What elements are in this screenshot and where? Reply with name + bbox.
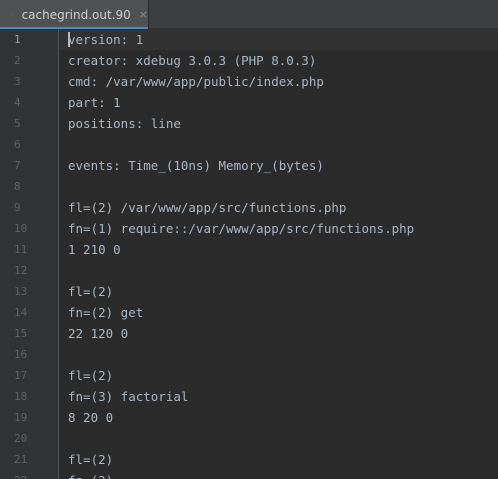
line-number: 16 [14,348,28,361]
tab-bar: cachegrind.out.90 × [0,0,498,29]
code-line: fn=(3) factorial [68,389,189,404]
code-line: fn=(1) require::/var/www/app/src/functio… [68,221,415,236]
code-line: fl=(2) [68,368,114,383]
line-number: 21 [14,453,28,466]
tab-label: cachegrind.out.90 [21,7,131,22]
line-number: 5 [14,117,21,130]
line-number: 22 [0,470,40,479]
line-number-gutter[interactable]: 12345678910111213141516171819202122 [0,29,59,479]
close-icon[interactable]: × [139,9,148,20]
text-file-icon [12,14,13,15]
code-line: 22 120 0 [68,326,129,341]
code-line: positions: line [68,116,181,131]
line-number: 4 [14,96,21,109]
tab-cachegrind-file[interactable]: cachegrind.out.90 × [0,0,149,29]
code-line: creator: xdebug 3.0.3 (PHP 8.0.3) [68,53,317,68]
code-line: fl=(2) /var/www/app/src/functions.php [68,200,347,215]
line-number: 13 [14,285,28,298]
code-line: fn=(2) get [68,305,144,320]
code-line: fl=(2) [68,284,114,299]
line-number: 9 [14,201,21,214]
line-number: 10 [14,222,28,235]
code-line: cmd: /var/www/app/public/index.php [68,74,324,89]
code-line: fl=(2) [68,452,114,467]
line-number: 18 [14,390,28,403]
line-number: 7 [14,159,21,172]
line-number: 20 [14,432,28,445]
code-line: events: Time_(10ns) Memory_(bytes) [68,158,324,173]
line-number: 12 [14,264,28,277]
line-number: 19 [14,411,28,424]
line-number: 17 [14,369,28,382]
line-number: 6 [14,138,21,151]
line-number: 1 [14,33,21,46]
editor-window: cachegrind.out.90 × 1 2 3 4 5 6 7 8 9 10 11 12 13 14 1… [0,0,498,479]
line-number: 15 [14,327,28,340]
code-line: part: 1 [68,95,121,110]
code-editor[interactable]: version: 1 creator: xdebug 3.0.3 (PHP 8.0… [60,29,498,479]
line-number: 2 [14,54,21,67]
line-number: 11 [14,243,28,256]
code-line: version: 1 [68,32,144,47]
code-line: fn=(3) [68,470,113,479]
line-number: 3 [14,75,21,88]
line-number: 14 [14,306,28,319]
code-line: 8 20 0 [68,410,114,425]
code-line: 1 210 0 [68,242,121,257]
line-number: 8 [14,180,21,193]
